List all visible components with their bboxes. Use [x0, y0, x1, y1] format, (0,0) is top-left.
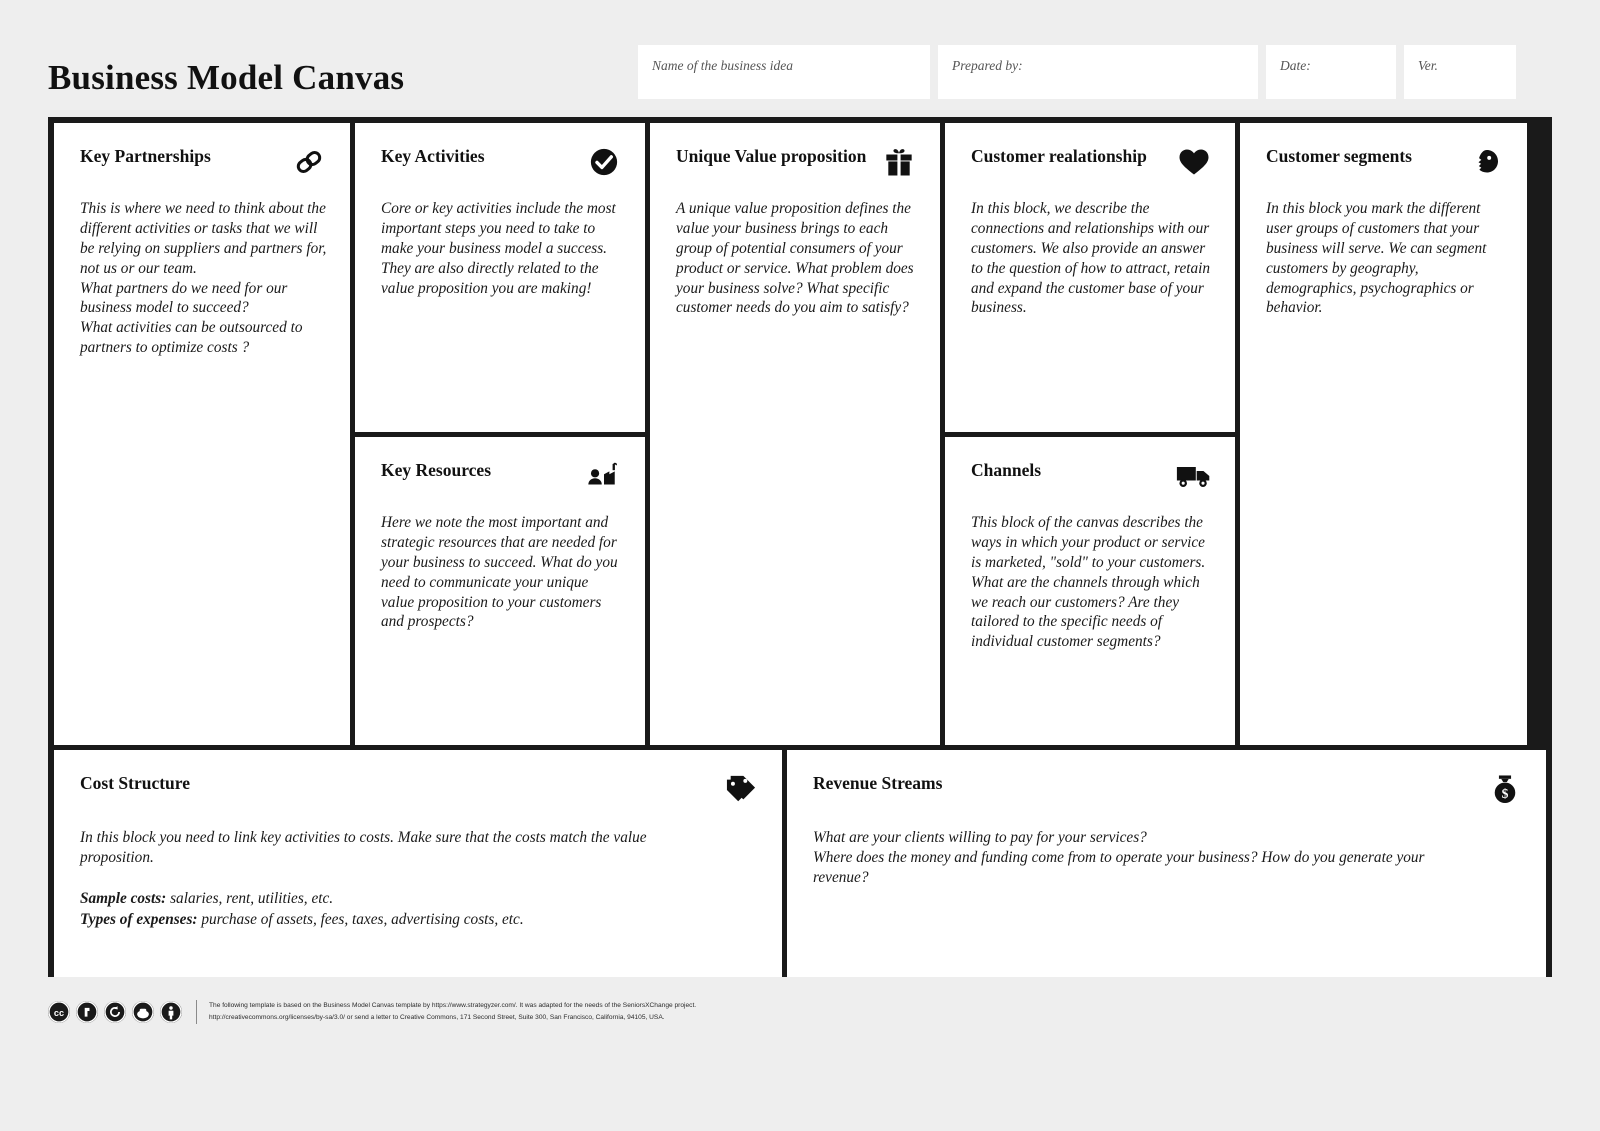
- sample-costs-line: Sample costs: salaries, rent, utilities,…: [80, 888, 760, 909]
- column-customer-segments: Customer segments In this block you mark…: [1240, 123, 1527, 745]
- footer-divider: [196, 1000, 197, 1024]
- block-body: Here we note the most important and stra…: [381, 514, 618, 631]
- heart-icon: [1175, 143, 1213, 181]
- cc-copyleft-icon: [76, 1001, 98, 1023]
- block-body: In this block, we describe the connectio…: [971, 200, 1211, 317]
- block-title: Key Activities: [381, 146, 485, 166]
- cc-share-alike-icon: [104, 1001, 126, 1023]
- block-channels[interactable]: Channels This block of the canvas descri…: [945, 437, 1235, 745]
- footer-line-1: The following template is based on the B…: [209, 1002, 697, 1010]
- block-title: Channels: [971, 460, 1042, 480]
- block-title: Cost Structure: [80, 773, 191, 793]
- block-header: Customer realationship: [971, 145, 1213, 181]
- block-header: Cost Structure: [80, 772, 760, 808]
- cc-noncommercial-icon: [132, 1001, 154, 1023]
- block-customer-segments[interactable]: Customer segments In this block you mark…: [1240, 123, 1527, 745]
- canvas-grid: Key Partnerships This is where we need t…: [48, 117, 1552, 977]
- column-customer-relationship-channels: Customer realationship In this block, we…: [945, 123, 1235, 745]
- price-tag-icon: [722, 770, 760, 808]
- block-title: Customer segments: [1266, 146, 1412, 166]
- cc-logo-icon: cc: [48, 1001, 70, 1023]
- delivery-truck-icon: [1175, 457, 1213, 495]
- version-input[interactable]: Ver.: [1404, 45, 1516, 99]
- block-body: This is where we need to think about the…: [80, 200, 327, 357]
- block-body: In this block you need to link key activ…: [80, 829, 647, 866]
- header-fields: Name of the business idea Prepared by: D…: [638, 45, 1516, 99]
- block-header: Key Activities: [381, 145, 623, 181]
- business-idea-name-placeholder: Name of the business idea: [652, 58, 793, 73]
- sample-costs-value: salaries, rent, utilities, etc.: [166, 889, 334, 907]
- sample-costs-label: Sample costs:: [80, 889, 167, 907]
- factory-worker-icon: [585, 457, 623, 495]
- block-header: Unique Value proposition: [676, 145, 918, 181]
- block-body: This block of the canvas describes the w…: [971, 514, 1206, 651]
- block-header: Key Resources: [381, 459, 623, 495]
- canvas-top-row: Key Partnerships This is where we need t…: [54, 123, 1546, 745]
- cost-structure-details: Sample costs: salaries, rent, utilities,…: [80, 888, 760, 930]
- page-footer: cc The following template is based on th…: [48, 1000, 696, 1024]
- business-idea-name-input[interactable]: Name of the business idea: [638, 45, 930, 99]
- block-body: In this block you mark the different use…: [1266, 200, 1487, 317]
- money-bag-icon: $: [1486, 770, 1524, 808]
- block-revenue-streams[interactable]: Revenue Streams $ What are your clients …: [787, 750, 1546, 977]
- block-body: Core or key activities include the most …: [381, 200, 616, 297]
- column-unique-value-proposition: Unique Value proposition A unique value …: [650, 123, 940, 745]
- business-model-canvas-page: Business Model Canvas Name of the busine…: [0, 0, 1600, 1131]
- block-customer-relationship[interactable]: Customer realationship In this block, we…: [945, 123, 1235, 432]
- block-unique-value-proposition[interactable]: Unique Value proposition A unique value …: [650, 123, 940, 745]
- types-of-expenses-line: Types of expenses: purchase of assets, f…: [80, 909, 760, 930]
- block-title: Customer realationship: [971, 146, 1147, 166]
- block-header: Channels: [971, 459, 1213, 495]
- canvas-bottom-row: Cost Structure In this block you need to…: [54, 750, 1546, 977]
- footer-attribution: The following template is based on the B…: [209, 1000, 696, 1023]
- prepared-by-input[interactable]: Prepared by:: [938, 45, 1258, 99]
- types-of-expenses-value: purchase of assets, fees, taxes, adverti…: [197, 910, 524, 928]
- types-of-expenses-label: Types of expenses:: [80, 910, 198, 928]
- block-cost-structure[interactable]: Cost Structure In this block you need to…: [54, 750, 782, 977]
- person-profile-icon: [1467, 143, 1505, 181]
- block-title: Revenue Streams: [813, 773, 943, 793]
- block-key-partnerships[interactable]: Key Partnerships This is where we need t…: [54, 123, 350, 745]
- block-body: What are your clients willing to pay for…: [813, 829, 1425, 886]
- page-title: Business Model Canvas: [48, 58, 405, 97]
- column-key-activities-resources: Key Activities Core or key activities in…: [355, 123, 645, 745]
- prepared-by-placeholder: Prepared by:: [952, 58, 1023, 73]
- footer-line-2: http://creativecommons.org/licenses/by-s…: [209, 1014, 665, 1021]
- page-header: Business Model Canvas Name of the busine…: [48, 36, 1552, 108]
- svg-text:cc: cc: [54, 1008, 64, 1018]
- chain-link-icon: [290, 143, 328, 181]
- svg-text:$: $: [1502, 786, 1509, 801]
- version-placeholder: Ver.: [1418, 58, 1438, 73]
- date-placeholder: Date:: [1280, 58, 1311, 73]
- block-key-activities[interactable]: Key Activities Core or key activities in…: [355, 123, 645, 432]
- creative-commons-badges: cc: [48, 1001, 182, 1023]
- block-header: Customer segments: [1266, 145, 1505, 181]
- block-body: A unique value proposition defines the v…: [676, 200, 914, 317]
- date-input[interactable]: Date:: [1266, 45, 1396, 99]
- block-title: Key Resources: [381, 460, 491, 480]
- block-header: Key Partnerships: [80, 145, 328, 181]
- block-title: Unique Value proposition: [676, 146, 867, 166]
- cc-attribution-icon: [160, 1001, 182, 1023]
- block-title: Key Partnerships: [80, 146, 211, 166]
- block-header: Revenue Streams $: [813, 772, 1524, 808]
- block-key-resources[interactable]: Key Resources Here we note the most impo…: [355, 437, 645, 745]
- gift-icon: [880, 143, 918, 181]
- check-circle-icon: [585, 143, 623, 181]
- column-key-partnerships: Key Partnerships This is where we need t…: [54, 123, 350, 745]
